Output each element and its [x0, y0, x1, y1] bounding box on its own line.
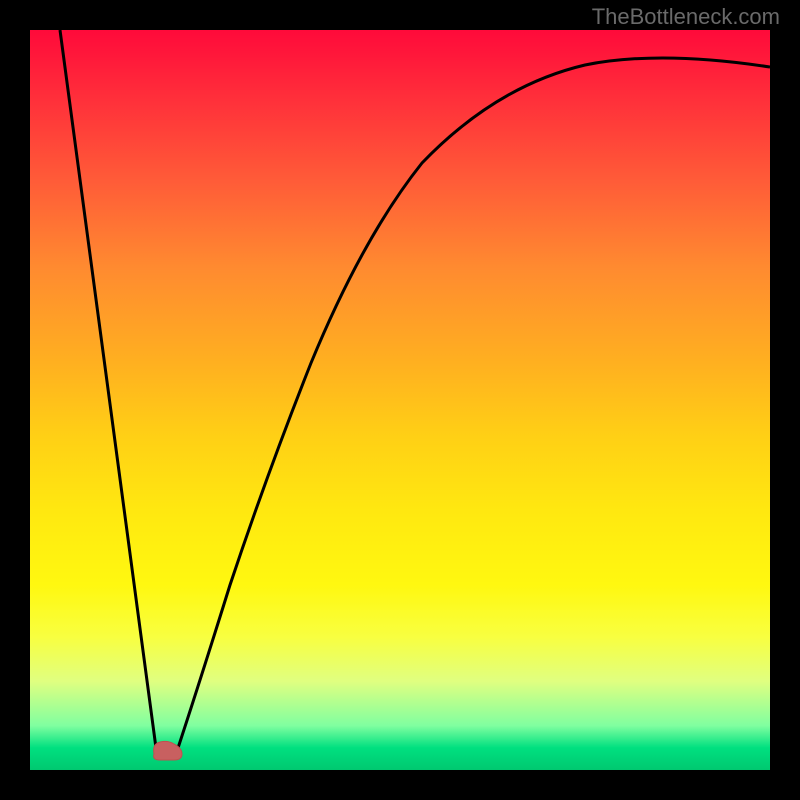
- watermark-text: TheBottleneck.com: [592, 4, 780, 30]
- chart-plot-area: [30, 30, 770, 770]
- left-descent-line: [60, 30, 167, 759]
- bottleneck-marker: [148, 734, 188, 762]
- marker-blob-shape: [154, 741, 182, 760]
- right-ascent-curve: [167, 58, 770, 759]
- chart-curves: [30, 30, 770, 770]
